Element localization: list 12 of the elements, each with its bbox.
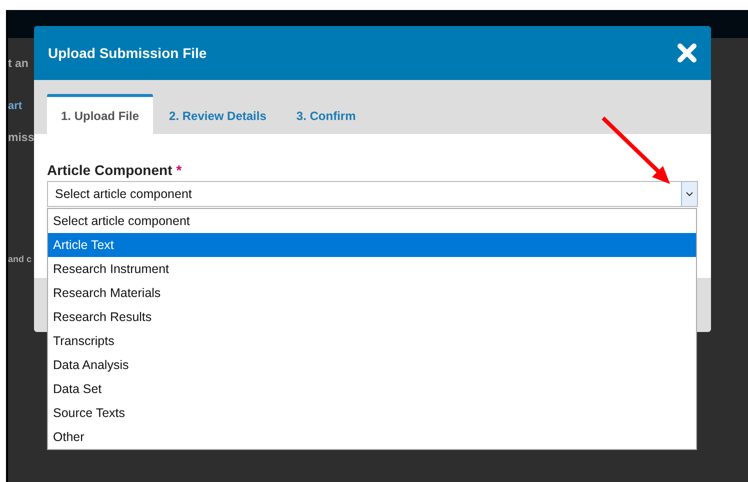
component-select[interactable]: Select article component bbox=[47, 181, 698, 207]
background-text: t an bbox=[8, 58, 28, 70]
background-text: miss bbox=[8, 132, 34, 144]
select-value: Select article component bbox=[55, 187, 192, 201]
field-label: Article Component * bbox=[47, 162, 183, 178]
close-icon[interactable] bbox=[677, 43, 697, 63]
chevron-icon[interactable] bbox=[681, 182, 697, 206]
background-text: and c bbox=[8, 254, 32, 264]
dropdown-option[interactable]: Article Text bbox=[48, 233, 696, 257]
step-tab[interactable]: 1. Upload File bbox=[47, 94, 154, 134]
required-mark: * bbox=[176, 162, 182, 178]
dialog-title: Upload Submission File bbox=[48, 45, 207, 61]
